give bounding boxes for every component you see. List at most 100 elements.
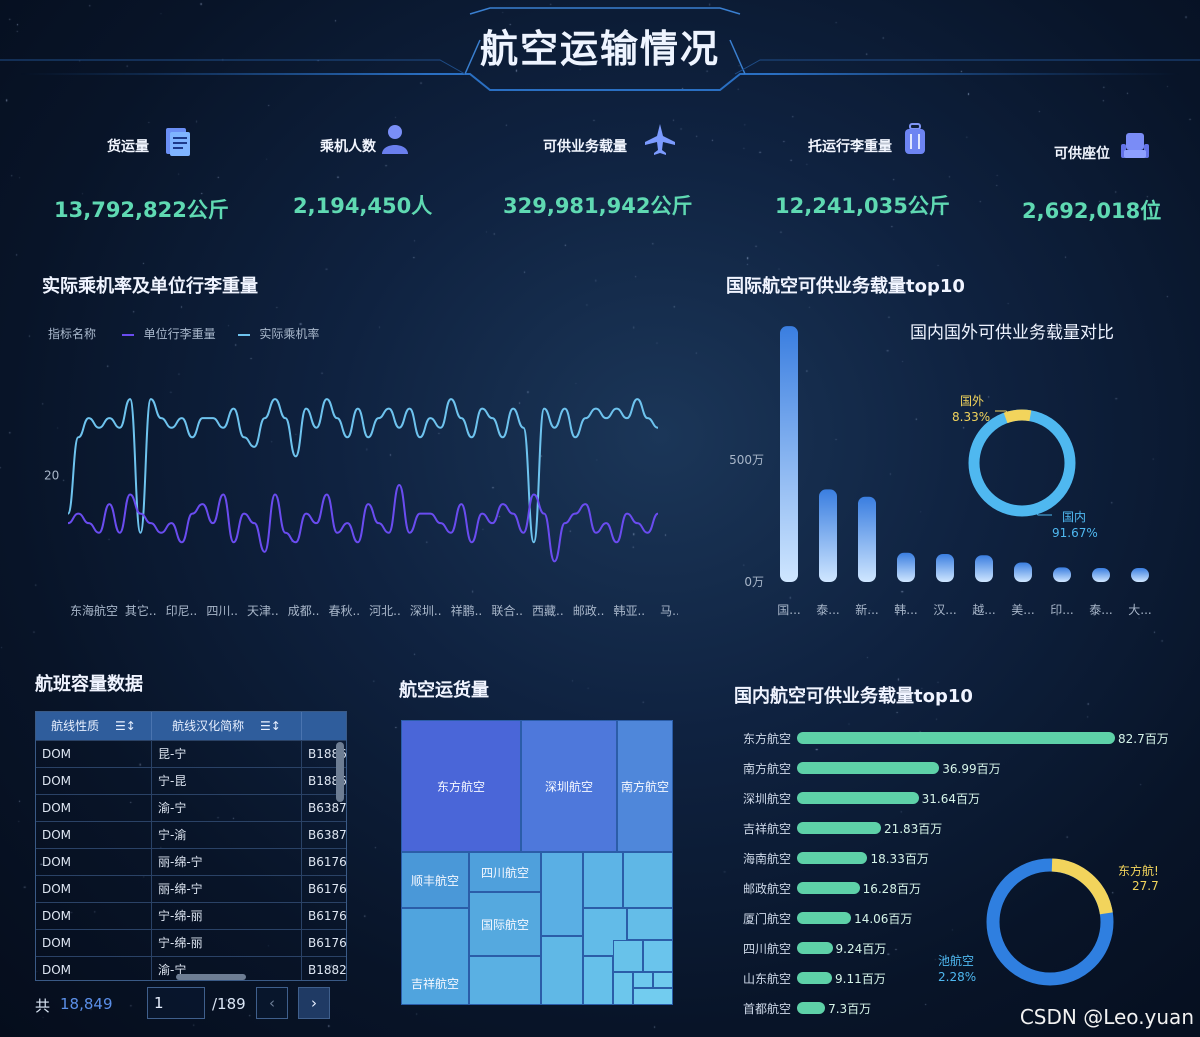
hbar-bar[interactable]	[797, 822, 881, 834]
kpi-value: 12,241,035公斤	[775, 194, 950, 218]
x-tick-label: 河北..	[369, 604, 401, 618]
bar[interactable]	[1053, 567, 1071, 582]
col-header-route-name[interactable]: 航线汉化简称 ☰↕	[152, 712, 302, 740]
donut-slice-domestic[interactable]	[968, 409, 1076, 517]
table-row[interactable]: DOM 丽-绵-宁 B6176	[36, 848, 346, 876]
kpi-label: 托运行李重量	[808, 139, 892, 155]
x-tick-label: 泰...	[1089, 603, 1112, 617]
treemap-cell[interactable]: 东方航空	[401, 720, 521, 852]
hbar-bar[interactable]	[797, 762, 940, 774]
total-count: 18,849	[60, 995, 113, 1013]
kpi-value: 13,792,822公斤	[54, 198, 229, 222]
table-title: 航班容量数据	[35, 674, 143, 695]
col-header-aircraft[interactable]	[302, 712, 346, 740]
hbar-bar[interactable]	[797, 792, 919, 804]
hbar-bar[interactable]	[797, 852, 868, 864]
bar[interactable]	[1092, 568, 1110, 582]
treemap-cell-small[interactable]	[627, 908, 673, 940]
treemap-cell[interactable]: 国际航空	[469, 892, 541, 956]
bar[interactable]	[858, 496, 876, 582]
treemap-cell-small[interactable]	[541, 936, 583, 1005]
bar[interactable]	[819, 489, 837, 582]
prev-page-button[interactable]: ‹	[256, 987, 288, 1019]
legend-item-baggage[interactable]: 单位行李重量	[144, 327, 216, 341]
x-tick-label: 邮政..	[573, 604, 605, 618]
table-row[interactable]: DOM 宁-绵-丽 B6176	[36, 929, 346, 957]
treemap-cell-small[interactable]	[469, 956, 541, 1005]
next-page-button[interactable]: ›	[298, 987, 330, 1019]
bar[interactable]	[975, 555, 993, 582]
hbar-value-label: 21.83百万	[883, 822, 943, 836]
table-cell: DOM	[36, 768, 152, 795]
hbar-bar[interactable]	[797, 882, 860, 894]
hbar-value-label: 18.33百万	[870, 852, 929, 866]
domestic-share-donut: 东方航!27.7 池航空 2.28%	[938, 858, 1159, 986]
treemap-cell-small[interactable]	[643, 940, 673, 972]
bar[interactable]	[1131, 568, 1149, 582]
hbar-bar[interactable]	[797, 732, 1115, 744]
donut-label: 国外	[960, 394, 984, 408]
kpi-label: 货运量	[107, 139, 149, 155]
donut-label: 国内	[1062, 510, 1086, 524]
treemap-cell-small[interactable]	[613, 940, 643, 972]
donut-label: 东方航!	[1118, 863, 1159, 878]
kpi-value: 2,692,018位	[1022, 199, 1162, 223]
x-tick-label: 祥鹏..	[451, 604, 483, 618]
line-chart-legend: 指标名称 单位行李重量 实际乘机率	[48, 325, 319, 342]
treemap-cell[interactable]: 深圳航空	[521, 720, 617, 852]
table-cell: DOM	[36, 903, 152, 930]
sort-icon[interactable]: ☰↕	[260, 719, 281, 733]
bar[interactable]	[1014, 562, 1032, 582]
hbar-category-label: 南方航空	[742, 762, 791, 776]
legend-item-load-factor[interactable]: 实际乘机率	[259, 327, 319, 341]
treemap-cell-small[interactable]	[541, 852, 583, 936]
table-row[interactable]: DOM 宁-渝 B6387	[36, 821, 346, 849]
horizontal-scrollbar[interactable]	[176, 974, 246, 980]
table-cell: 宁-绵-丽	[152, 903, 302, 930]
table-cell: DOM	[36, 741, 152, 768]
treemap-cell[interactable]: 南方航空	[617, 720, 673, 852]
sort-icon[interactable]: ☰↕	[115, 719, 136, 733]
page-input[interactable]	[147, 987, 205, 1019]
treemap-cell-small[interactable]	[623, 852, 673, 908]
bar[interactable]	[780, 326, 798, 582]
treemap-cell[interactable]: 四川航空	[469, 852, 541, 892]
treemap-cell-small[interactable]	[633, 972, 653, 988]
table-cell: 宁-绵-丽	[152, 930, 302, 957]
watermark: CSDN @Leo.yuan	[1019, 1005, 1194, 1029]
treemap-cell-small[interactable]	[583, 852, 623, 908]
x-tick-label: 深圳..	[410, 604, 442, 618]
y-tick-label: 0万	[744, 575, 764, 589]
series-line-baggage[interactable]	[67, 483, 659, 563]
treemap-cell[interactable]: 顺丰航空	[401, 852, 469, 908]
vertical-scrollbar[interactable]	[336, 742, 344, 802]
hbar-bar[interactable]	[797, 1002, 826, 1014]
hbar-bar[interactable]	[797, 942, 833, 954]
donut-label: 27.7	[1132, 879, 1159, 893]
treemap-cell-small[interactable]	[633, 988, 673, 1005]
x-tick-label: 印...	[1050, 603, 1073, 617]
hbar-bar[interactable]	[797, 972, 833, 984]
table-row[interactable]: DOM 宁-绵-丽 B6176	[36, 902, 346, 930]
table-row[interactable]: DOM 宁-昆 B1886	[36, 767, 346, 795]
col-header-route-type[interactable]: 航线性质 ☰↕	[36, 712, 152, 740]
hbar-bar[interactable]	[797, 912, 852, 924]
table-row[interactable]: DOM 丽-绵-宁 B6176	[36, 875, 346, 903]
treemap-cell-small[interactable]	[583, 956, 613, 1005]
x-tick-label: 国...	[777, 603, 800, 617]
table-cell: 丽-绵-宁	[152, 849, 302, 876]
bar[interactable]	[936, 553, 954, 582]
table-row[interactable]: DOM 渝-宁 B6387	[36, 794, 346, 822]
table-row[interactable]: DOM 昆-宁 B1886	[36, 740, 346, 768]
table-cell: DOM	[36, 849, 152, 876]
treemap-cell-small[interactable]	[653, 972, 673, 988]
treemap-cell[interactable]: 吉祥航空	[401, 908, 469, 1005]
x-tick-label: 泰...	[816, 603, 839, 617]
x-tick-label: 西藏..	[532, 604, 564, 618]
x-tick-label: 韩亚..	[613, 603, 645, 618]
table-cell: B1882	[308, 963, 347, 977]
treemap-cell-small[interactable]	[613, 972, 633, 1005]
x-tick-label: 东海航空	[70, 603, 118, 618]
hbar-category-label: 首都航空	[742, 1002, 791, 1016]
bar[interactable]	[897, 552, 915, 582]
